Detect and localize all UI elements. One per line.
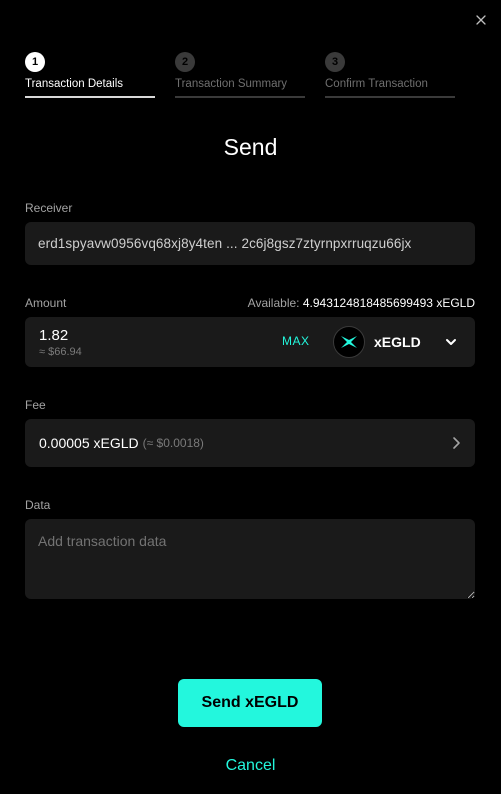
stepper: 1 Transaction Details 2 Transaction Summ… <box>25 52 475 98</box>
step-number: 3 <box>325 52 345 72</box>
send-button[interactable]: Send xEGLD <box>178 679 322 727</box>
amount-usd-value: ≈ $66.94 <box>39 346 82 358</box>
data-input[interactable] <box>25 519 475 599</box>
xegld-logo-icon <box>333 326 365 358</box>
amount-field: 1.82 ≈ $66.94 MAX xEGLD <box>25 317 475 367</box>
receiver-address: erd1spyavw0956vq68xj8y4ten ... 2c6j8gsz7… <box>38 236 412 251</box>
available-value: 4.943124818485699493 xEGLD <box>302 296 475 310</box>
step-number: 1 <box>25 52 45 72</box>
step-label: Transaction Details <box>25 78 124 90</box>
available-label: Available: <box>247 296 300 310</box>
amount-input[interactable]: 1.82 <box>39 327 68 344</box>
token-name: xEGLD <box>374 334 421 350</box>
step-number: 2 <box>175 52 195 72</box>
step-label: Transaction Summary <box>175 78 288 90</box>
chevron-right-icon <box>453 437 460 449</box>
token-select[interactable]: xEGLD <box>333 325 468 359</box>
fee-value: 0.00005 xEGLD <box>39 435 139 451</box>
cancel-button[interactable]: Cancel <box>0 757 501 775</box>
fee-label: Fee <box>25 398 46 412</box>
step-confirm-transaction: 3 Confirm Transaction <box>325 52 455 98</box>
close-button[interactable] <box>473 12 489 28</box>
step-transaction-summary: 2 Transaction Summary <box>175 52 305 98</box>
step-transaction-details: 1 Transaction Details <box>25 52 155 98</box>
step-label: Confirm Transaction <box>325 78 428 90</box>
page-title: Send <box>223 134 278 160</box>
chevron-down-icon <box>446 339 456 345</box>
receiver-field[interactable]: erd1spyavw0956vq68xj8y4ten ... 2c6j8gsz7… <box>25 222 475 265</box>
fee-usd-value: (≈ $0.0018) <box>142 436 204 450</box>
data-label: Data <box>25 498 51 512</box>
fee-field[interactable]: 0.00005 xEGLD (≈ $0.0018) <box>25 419 475 467</box>
close-icon <box>476 15 486 25</box>
receiver-label: Receiver <box>25 201 73 215</box>
amount-label: Amount <box>25 296 67 310</box>
max-button[interactable]: MAX <box>282 334 310 348</box>
available-balance: Available: 4.943124818485699493 xEGLD <box>248 296 475 310</box>
